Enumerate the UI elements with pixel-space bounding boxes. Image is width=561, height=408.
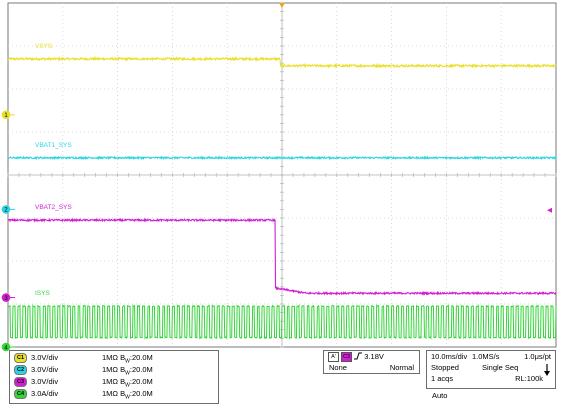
series-label: VSYS bbox=[35, 43, 53, 50]
trigger-coupling: None bbox=[329, 363, 347, 372]
acquisition-state: Stopped bbox=[431, 363, 459, 372]
channel-scale: 3.0V/div bbox=[31, 365, 59, 374]
channel-scale: 3.0A/div bbox=[31, 389, 59, 398]
channel-row[interactable]: C3 3.0V/div 1MΩ BW:20.0M bbox=[14, 376, 189, 389]
trigger-level: 3.18V bbox=[364, 352, 384, 361]
trigger-panel[interactable]: A' C3 3.18V None Normal bbox=[323, 350, 420, 374]
record-length: RL:100k bbox=[515, 374, 543, 383]
channel-chip[interactable]: C2 bbox=[14, 365, 27, 375]
trigger-mode: Normal bbox=[389, 363, 414, 372]
horizontal-mode: Auto bbox=[432, 391, 448, 400]
channel-scale: 3.0V/div bbox=[31, 377, 59, 386]
trigger-row: A' C3 3.18V bbox=[328, 351, 384, 363]
time-per-div: 10.0ms/div bbox=[431, 352, 468, 361]
trigger-source-chip[interactable]: C3 bbox=[341, 352, 353, 363]
trigger-slope-icon bbox=[354, 352, 363, 363]
channel-row[interactable]: C1 3.0V/div 1MΩ BW:20.0M bbox=[14, 352, 189, 365]
series-label: ISYS bbox=[35, 290, 50, 297]
sample-rate: 1.0MS/s bbox=[472, 352, 500, 361]
channel-chip[interactable]: C3 bbox=[14, 377, 27, 387]
channel-chip[interactable]: C1 bbox=[14, 353, 27, 363]
series-label: VBAT2_SYS bbox=[35, 204, 72, 211]
channel-scale-panel: C1 3.0V/div 1MΩ BW:20.0M C2 3.0V/div 1MΩ… bbox=[9, 350, 219, 404]
series-label: VBAT1_SYS bbox=[35, 142, 72, 149]
channel-scale: 3.0V/div bbox=[31, 353, 59, 362]
single-trigger-icon[interactable] bbox=[544, 364, 550, 376]
channel-impedance: 1MΩ BW:20.0M bbox=[102, 389, 153, 401]
timebase-panel[interactable]: 10.0ms/div 1.0MS/s 1.0μs/pt Stopped Sing… bbox=[426, 350, 556, 389]
channel-row[interactable]: C4 3.0A/div 1MΩ BW:20.0M bbox=[14, 388, 189, 401]
channel-row[interactable]: C2 3.0V/div 1MΩ BW:20.0M bbox=[14, 364, 189, 377]
acquisition-count: 1 acqs bbox=[431, 374, 454, 383]
time-resolution: 1.0μs/pt bbox=[524, 352, 551, 361]
waveform-display: VSYSVBAT1_SYSVBAT2_SYSISYS 1234 bbox=[0, 0, 561, 403]
oscilloscope-screen: VSYS VBAT1_SYS VBAT2_SYS ISYS 1234 C1 3.0V/… bbox=[0, 0, 561, 404]
trigger-mode-chip[interactable]: A' bbox=[328, 352, 339, 363]
series-line bbox=[7, 303, 557, 340]
sequence-mode: Single Seq bbox=[482, 363, 519, 372]
channel-chip[interactable]: C4 bbox=[14, 389, 27, 399]
